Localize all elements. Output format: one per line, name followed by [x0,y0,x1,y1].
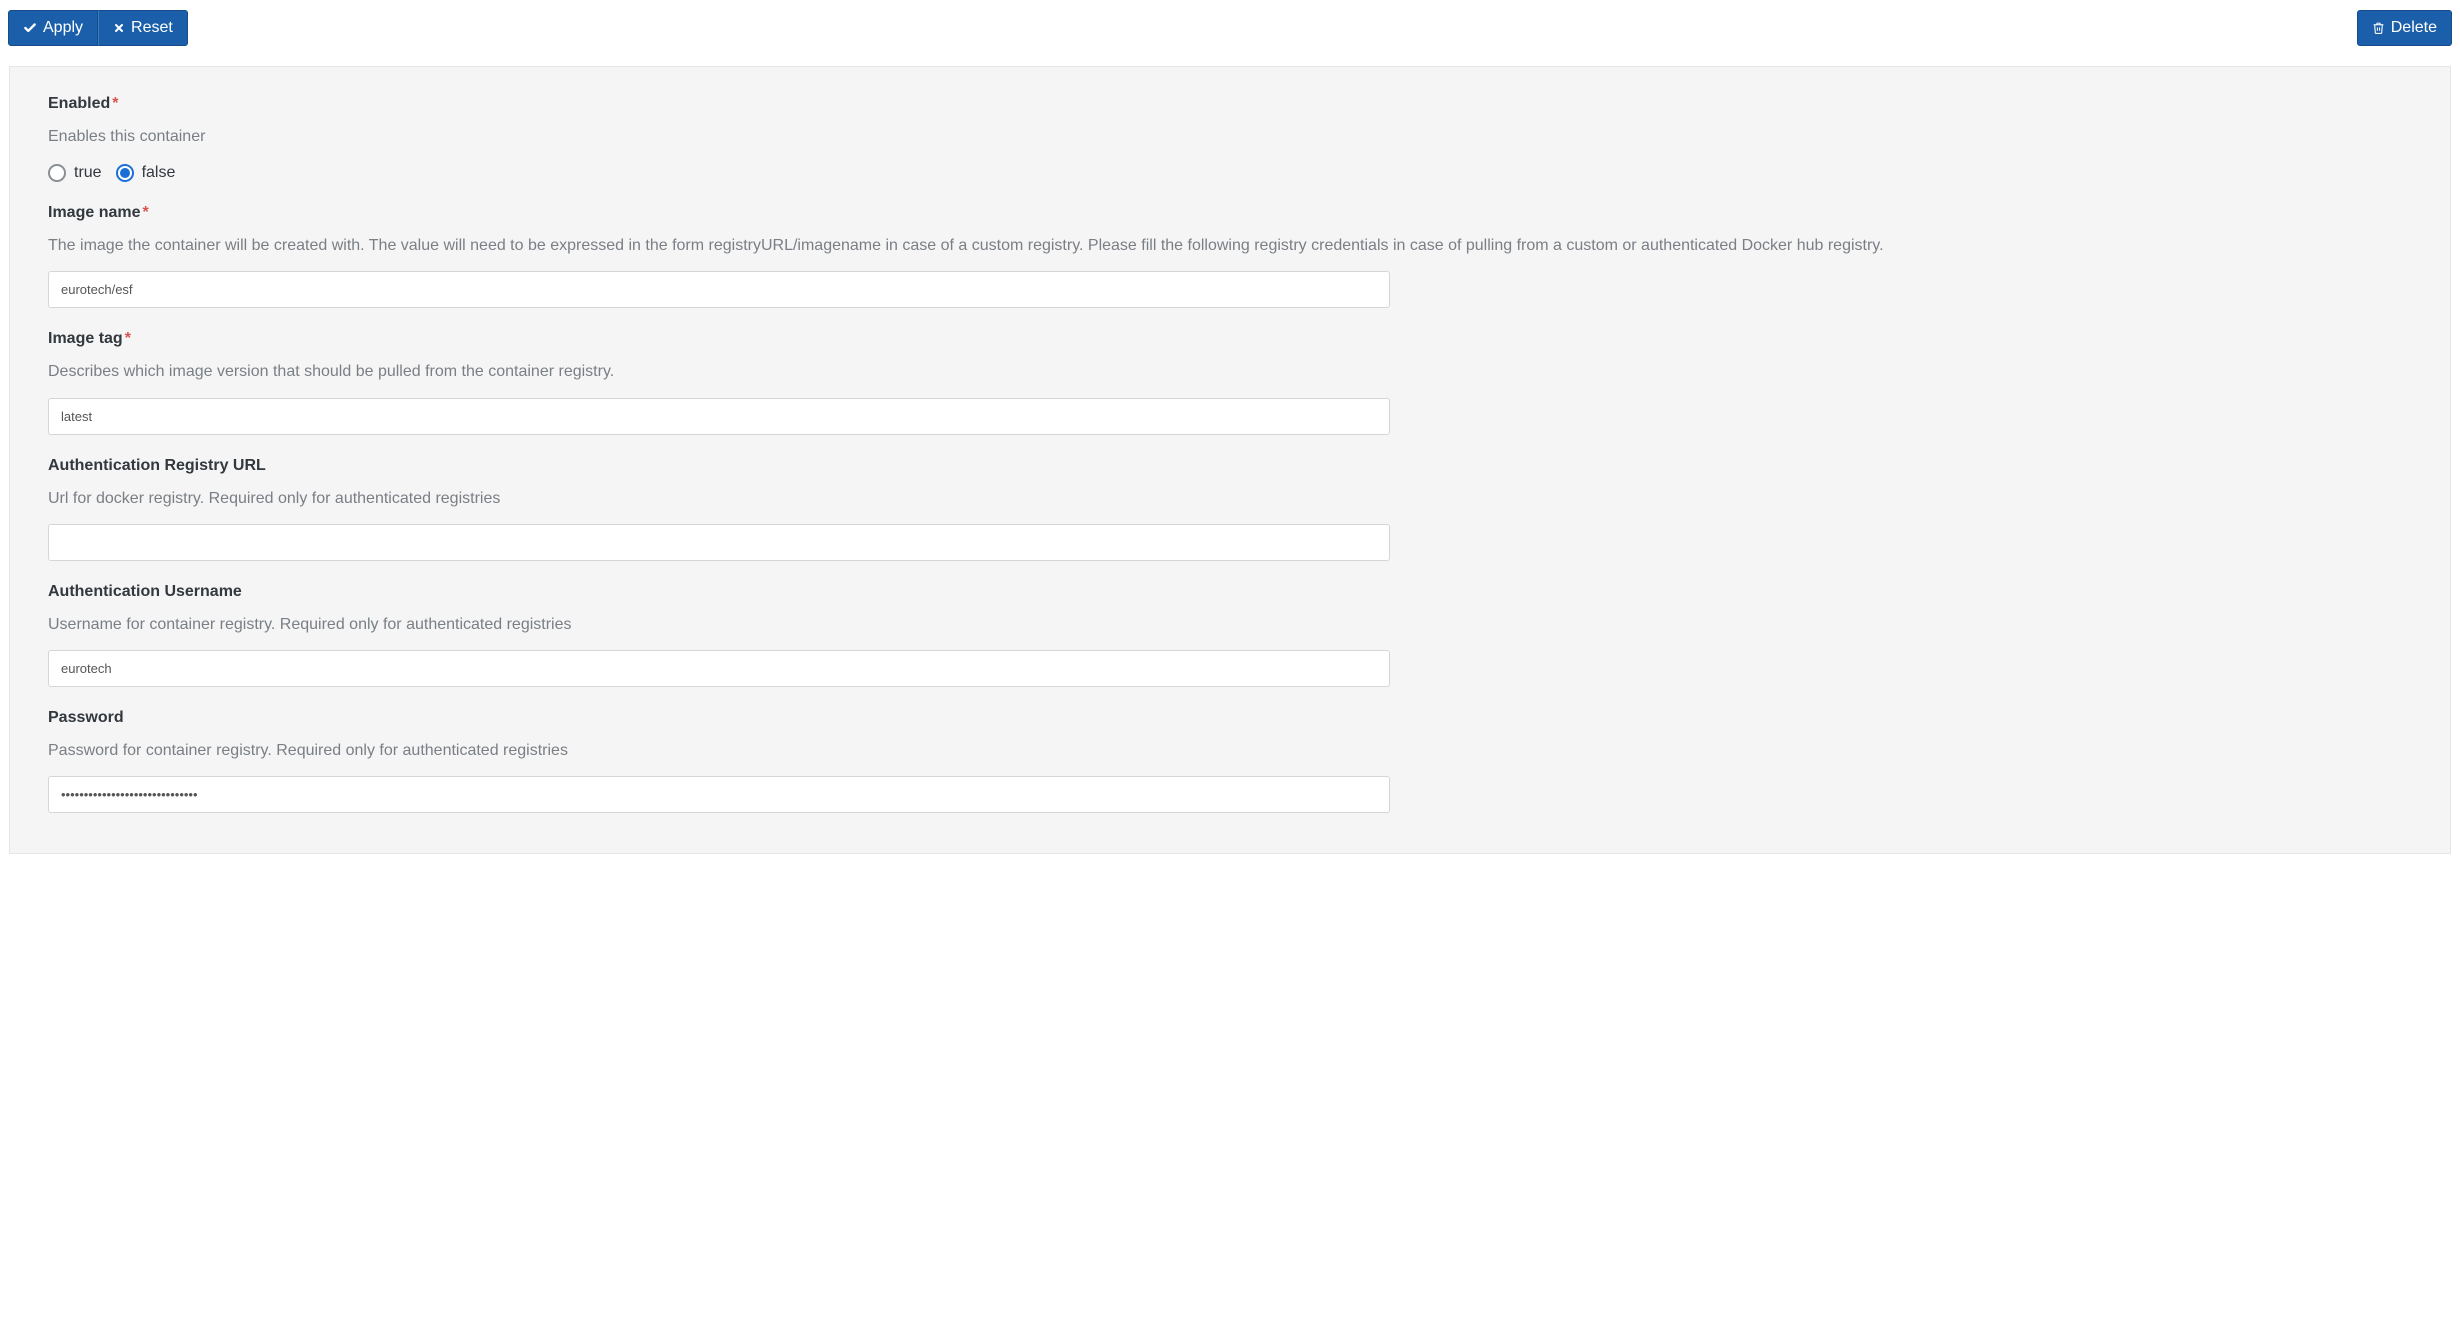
enabled-radio-true-label: true [74,164,102,182]
reset-label: Reset [131,19,173,37]
field-password: Password Password for container registry… [48,709,2412,813]
reset-button[interactable]: Reset [98,10,188,46]
image-name-input[interactable] [48,271,1390,308]
auth-registry-url-label: Authentication Registry URL [48,457,266,474]
enabled-radio-true[interactable] [48,164,66,182]
password-input[interactable] [48,776,1390,813]
required-asterisk: * [112,95,118,112]
form-panel: Enabled* Enables this container true fal… [9,66,2451,854]
enabled-radio-true-wrap[interactable]: true [48,164,102,182]
toolbar: Apply Reset Delete [0,0,2460,66]
auth-registry-url-desc: Url for docker registry. Required only f… [48,487,2412,510]
auth-username-input[interactable] [48,650,1390,687]
password-label: Password [48,709,124,726]
enabled-radio-group: true false [48,164,2412,182]
trash-icon [2372,21,2385,35]
toolbar-right-group: Delete [2357,10,2452,46]
image-tag-input[interactable] [48,398,1390,435]
enabled-label: Enabled [48,95,110,112]
auth-username-label: Authentication Username [48,583,242,600]
auth-username-desc: Username for container registry. Require… [48,613,2412,636]
field-auth-registry-url: Authentication Registry URL Url for dock… [48,457,2412,561]
auth-registry-url-input[interactable] [48,524,1390,561]
required-asterisk: * [125,330,131,347]
image-name-desc: The image the container will be created … [48,234,2412,257]
apply-label: Apply [43,19,83,37]
image-tag-label: Image tag [48,330,123,347]
image-tag-desc: Describes which image version that shoul… [48,360,2412,383]
toolbar-left-group: Apply Reset [8,10,188,46]
close-icon [113,22,125,34]
enabled-radio-false-label: false [142,164,176,182]
check-icon [23,21,37,35]
delete-label: Delete [2391,19,2437,37]
required-asterisk: * [142,204,148,221]
image-name-label: Image name [48,204,140,221]
field-image-tag: Image tag* Describes which image version… [48,330,2412,434]
enabled-radio-false-wrap[interactable]: false [116,164,176,182]
apply-button[interactable]: Apply [8,10,98,46]
field-image-name: Image name* The image the container will… [48,204,2412,308]
enabled-radio-false[interactable] [116,164,134,182]
field-auth-username: Authentication Username Username for con… [48,583,2412,687]
password-desc: Password for container registry. Require… [48,739,2412,762]
field-enabled: Enabled* Enables this container true fal… [48,95,2412,182]
delete-button[interactable]: Delete [2357,10,2452,46]
enabled-desc: Enables this container [48,125,2412,148]
